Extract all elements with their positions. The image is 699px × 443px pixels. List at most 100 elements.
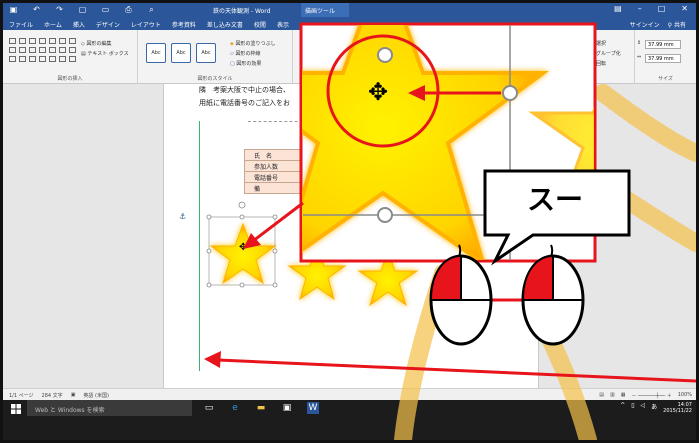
web-layout-icon[interactable]: ▦ — [621, 392, 626, 399]
shape-icon[interactable] — [39, 47, 46, 53]
textbox-button[interactable]: ▤ テキスト ボックス — [81, 50, 129, 57]
taskbar-clock[interactable]: 14:07 2015/11/22 — [663, 402, 692, 414]
store-icon[interactable]: ▣ — [281, 402, 293, 414]
body-text-line: 用紙に電話番号のご記入をお — [199, 99, 290, 107]
ribbon-display-icon[interactable]: ▤ — [614, 4, 622, 13]
signin-link[interactable]: サインイン — [630, 20, 660, 29]
alignment-guide — [199, 121, 200, 371]
shape-icon[interactable] — [9, 38, 16, 44]
word-count[interactable]: 284 文字 — [42, 392, 63, 399]
taskbar-search[interactable]: Web と Windows を検索 — [27, 400, 192, 416]
shapes-gallery[interactable] — [9, 38, 76, 64]
file-explorer-icon[interactable]: ▬ — [255, 402, 267, 414]
language[interactable]: 英語 (米国) — [83, 392, 109, 399]
table-cell[interactable]: 備 — [244, 182, 306, 194]
fill-label: 図形の塗りつぶし — [235, 41, 276, 47]
print-icon[interactable]: ⎙ — [124, 5, 133, 14]
shape-icon[interactable] — [59, 47, 66, 53]
shape-fill-button[interactable]: ◈ 図形の塗りつぶし — [230, 40, 276, 47]
shape-icon[interactable] — [59, 56, 66, 62]
account-area: サインイン ⚲ 共有 — [630, 20, 686, 29]
word-app-icon[interactable]: W — [307, 402, 319, 414]
shape-icon[interactable] — [69, 47, 76, 53]
zoom-level[interactable]: 100% — [678, 392, 692, 399]
style-sample[interactable]: Abc — [196, 43, 216, 63]
shape-icon[interactable] — [39, 38, 46, 44]
tab-view[interactable]: 表示 — [277, 20, 289, 29]
shape-icon[interactable] — [29, 56, 36, 62]
ime-icon[interactable]: あ — [651, 402, 657, 414]
undo-icon[interactable]: ↶ — [32, 5, 41, 14]
ribbon-tabs: ファイル ホーム 挿入 デザイン レイアウト 参考資料 差し込み文書 校閲 表示… — [3, 17, 696, 30]
group-label: 図形の挿入 — [57, 76, 83, 82]
table-cell[interactable]: 参加人数 — [244, 160, 306, 172]
shape-effects-button[interactable]: ▢ 図形の効果 — [230, 60, 261, 67]
page-count[interactable]: 1/1 ページ — [9, 392, 34, 399]
tab-references[interactable]: 参考資料 — [172, 20, 196, 29]
maximize-icon[interactable]: □ — [658, 4, 666, 13]
proofing-icon[interactable]: ▣ — [71, 392, 76, 399]
new-doc-icon[interactable]: ▢ — [78, 5, 87, 14]
textbox-icon: ▤ — [81, 51, 86, 57]
minimize-icon[interactable]: – — [638, 4, 642, 13]
shape-icon[interactable] — [49, 56, 56, 62]
rotate-button[interactable]: 回転 — [596, 60, 606, 67]
shape-icon[interactable] — [19, 47, 26, 53]
table-cell[interactable]: 電話番号 — [244, 171, 306, 183]
shape-icon[interactable] — [69, 56, 76, 62]
tab-home[interactable]: ホーム — [44, 20, 62, 29]
tab-layout[interactable]: レイアウト — [131, 20, 161, 29]
preview-icon[interactable]: ⌕ — [147, 5, 156, 14]
shape-outline-button[interactable]: ▱ 図形の枠線 — [230, 50, 260, 57]
group-button[interactable]: グループ化 — [596, 50, 621, 57]
group-label: サイズ — [658, 76, 673, 82]
network-icon[interactable]: ▯ — [631, 402, 634, 414]
shape-icon[interactable] — [19, 56, 26, 62]
shape-icon[interactable] — [49, 38, 56, 44]
shape-icon[interactable] — [19, 38, 26, 44]
tray-arrow-icon[interactable]: ^ — [620, 402, 625, 414]
shape-height-field[interactable]: 37.99 mm — [645, 40, 681, 49]
tab-file[interactable]: ファイル — [9, 20, 33, 29]
tab-review[interactable]: 校閲 — [254, 20, 266, 29]
share-label: 共有 — [673, 22, 686, 29]
tab-insert[interactable]: 挿入 — [73, 20, 85, 29]
shape-width-field[interactable]: 37.99 mm — [645, 54, 681, 63]
table-cell[interactable]: 氏 名 — [244, 149, 306, 161]
print-layout-icon[interactable]: ▥ — [610, 392, 615, 399]
read-mode-icon[interactable]: ▤ — [599, 392, 604, 399]
anchor-icon: ⚓ — [179, 212, 187, 221]
style-sample[interactable]: Abc — [171, 43, 191, 63]
height-icon: ⇕ — [637, 40, 642, 46]
tab-design[interactable]: デザイン — [96, 20, 120, 29]
select-button[interactable]: 選択 — [596, 40, 606, 47]
window-title: 鉄の天体観測 - Word — [213, 8, 271, 15]
edit-shape-label: 図形の編集 — [86, 41, 112, 47]
windows-start-icon[interactable] — [11, 404, 21, 414]
close-icon[interactable]: ✕ — [681, 4, 688, 13]
task-view-icon[interactable]: ▭ — [203, 402, 215, 414]
tab-mailings[interactable]: 差し込み文書 — [207, 20, 243, 29]
group-size: ⇕ 37.99 mm ⇔ 37.99 mm サイズ — [635, 30, 696, 84]
share-button[interactable]: ⚲ 共有 — [668, 20, 686, 29]
edge-icon[interactable]: e — [229, 402, 241, 414]
shape-icon[interactable] — [29, 47, 36, 53]
open-icon[interactable]: ▭ — [101, 5, 110, 14]
shape-icon[interactable] — [69, 38, 76, 44]
shape-icon[interactable] — [49, 47, 56, 53]
shape-icon[interactable] — [9, 56, 16, 62]
save-icon[interactable]: ▣ — [9, 5, 18, 14]
shape-icon[interactable] — [39, 56, 46, 62]
style-sample[interactable]: Abc — [146, 43, 166, 63]
shape-icon[interactable] — [59, 38, 66, 44]
shape-icon[interactable] — [29, 38, 36, 44]
document-page[interactable] — [163, 84, 539, 388]
body-text-line: 隣 考案大阪で中止の場合、 — [199, 86, 290, 94]
zoom-slider[interactable]: － ──────┼── ＋ — [631, 392, 671, 399]
edit-shape-button[interactable]: ◇ 図形の編集 — [81, 40, 111, 47]
drawing-tools-context-tab[interactable]: 描画ツール — [301, 3, 349, 17]
redo-icon[interactable]: ↷ — [55, 5, 64, 14]
shape-icon[interactable] — [9, 47, 16, 53]
volume-icon[interactable]: ◁ — [641, 402, 646, 414]
callout-text: スー — [526, 183, 583, 216]
